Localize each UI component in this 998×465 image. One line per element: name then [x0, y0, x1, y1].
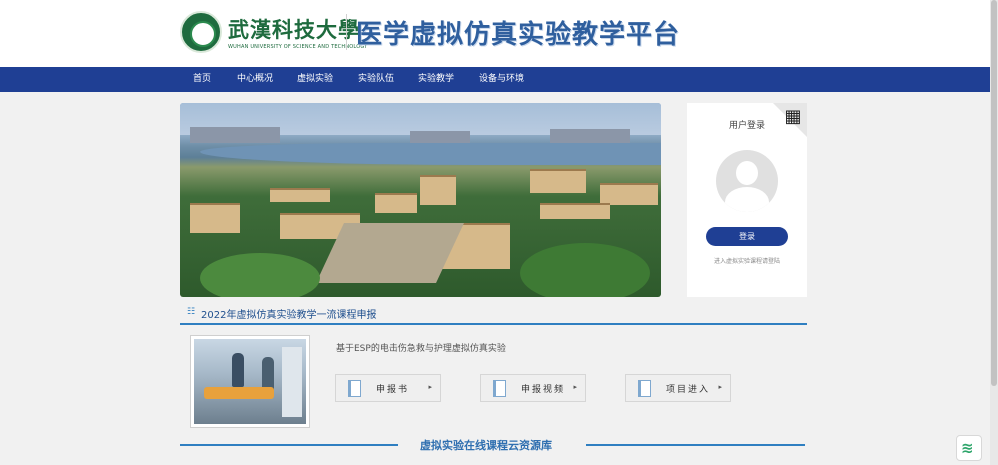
scrollbar-thumb[interactable] — [991, 0, 997, 386]
nav-item-virtual-lab[interactable]: 虚拟实验 — [297, 67, 333, 92]
nav-item-home[interactable]: 首页 — [193, 67, 211, 92]
caret-right-icon: ▸ — [573, 383, 577, 391]
login-panel: ▦ 用户登录 登录 进入虚拟实验课程请登陆 — [687, 103, 807, 297]
login-title: 用户登录 — [728, 121, 765, 131]
application-video-button[interactable]: 申报视频 ▸ — [480, 374, 586, 402]
banner-building — [600, 183, 658, 205]
nav-item-overview[interactable]: 中心概况 — [237, 67, 273, 92]
course-thumbnail[interactable] — [190, 335, 310, 428]
project-enter-button[interactable]: 项目进入 ▸ — [625, 374, 731, 402]
course-section-header: ☷ 2022年虚拟仿真实验教学一流课程申报 — [180, 304, 807, 325]
nav-item-equipment[interactable]: 设备与环境 — [479, 67, 524, 92]
header-divider — [346, 14, 347, 50]
user-avatar-icon — [716, 150, 778, 212]
banner-trees — [200, 253, 320, 297]
main-nav: 首页 中心概况 虚拟实验 实验队伍 实验教学 设备与环境 — [0, 67, 990, 92]
login-button[interactable]: 登录 — [706, 227, 788, 246]
application-form-button[interactable]: 申报书 ▸ — [335, 374, 441, 402]
floating-service-button[interactable]: ≋ — [956, 435, 982, 461]
site-title: 医学虚拟仿真实验教学平台 — [356, 20, 681, 50]
login-hint: 进入虚拟实验课程请登陆 — [713, 258, 780, 265]
nav-item-team[interactable]: 实验队伍 — [358, 67, 394, 92]
banner-skyline — [550, 129, 630, 143]
page-scrollbar[interactable] — [990, 0, 998, 465]
resource-divider-right — [586, 444, 805, 446]
avatar-head — [736, 161, 758, 185]
banner-building — [270, 188, 330, 202]
video-file-icon — [493, 380, 506, 397]
resource-divider-left — [180, 444, 398, 446]
action-label: 申报书 — [376, 385, 410, 395]
course-image-person — [232, 353, 244, 387]
university-seal-icon — [180, 11, 222, 53]
course-section-title[interactable]: 2022年虚拟仿真实验教学一流课程申报 — [201, 306, 376, 321]
nav-item-teaching[interactable]: 实验教学 — [418, 67, 454, 92]
banner-building — [540, 203, 610, 219]
university-name: 武漢科技大學 — [228, 17, 360, 42]
service-logo-icon: ≋ — [961, 439, 974, 457]
avatar-body — [725, 187, 769, 212]
banner-building — [530, 169, 586, 193]
university-logo[interactable]: 武漢科技大學 WUHAN UNIVERSITY OF SCIENCE AND T… — [180, 10, 367, 56]
banner-building — [190, 203, 240, 233]
banner-building — [375, 193, 417, 213]
banner-building — [420, 175, 456, 205]
banner-trees — [520, 243, 650, 297]
door-icon — [638, 380, 651, 397]
course-image-panel — [282, 347, 302, 417]
course-name[interactable]: 基于ESP的电击伤急救与护理虚拟仿真实验 — [336, 341, 506, 354]
list-icon: ☷ — [187, 307, 196, 317]
campus-banner-image — [180, 103, 661, 297]
banner-skyline — [190, 127, 280, 143]
course-image — [194, 339, 306, 424]
document-icon — [348, 380, 361, 397]
banner-lake — [200, 143, 661, 165]
course-image-person — [262, 357, 274, 391]
action-label: 申报视频 — [521, 385, 566, 395]
site-header: 武漢科技大學 WUHAN UNIVERSITY OF SCIENCE AND T… — [0, 0, 990, 67]
caret-right-icon: ▸ — [428, 383, 432, 391]
banner-skyline — [410, 131, 470, 143]
resource-library-title: 虚拟实验在线课程云资源库 — [420, 439, 552, 452]
action-label: 项目进入 — [666, 385, 711, 395]
course-image-stretcher — [204, 387, 274, 399]
caret-right-icon: ▸ — [718, 383, 722, 391]
